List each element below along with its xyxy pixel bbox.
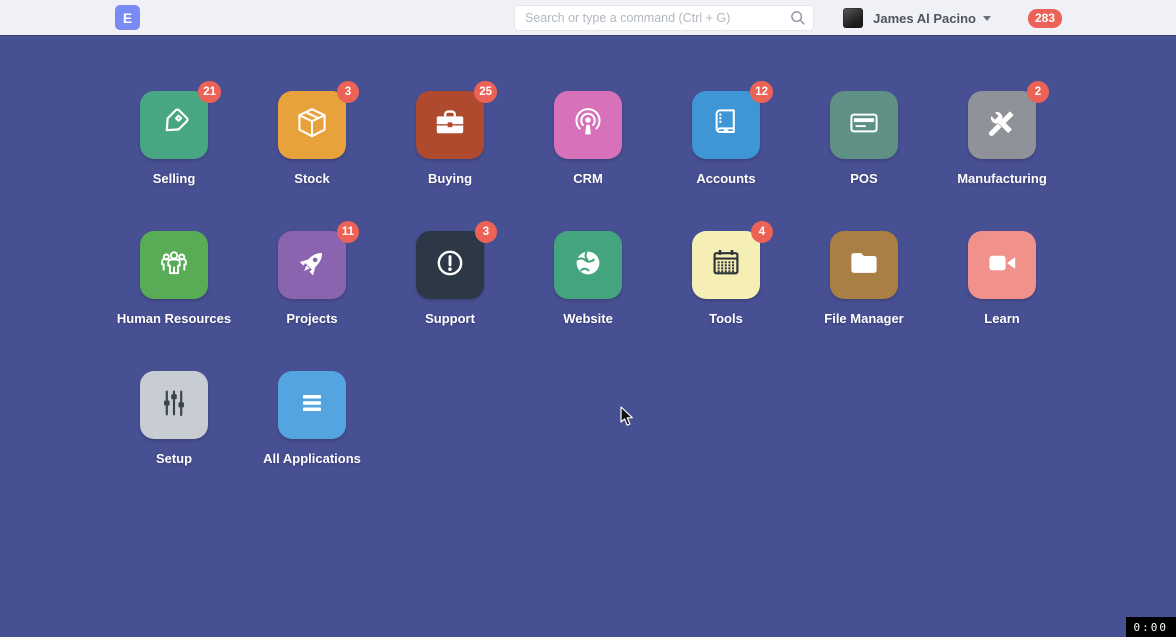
notification-count-badge: 21: [198, 81, 221, 103]
app-icon-button[interactable]: 3: [416, 231, 484, 299]
app-label: Tools: [657, 311, 795, 326]
app-icon-button[interactable]: [830, 231, 898, 299]
app-label: Human Resources: [105, 311, 243, 326]
user-name-label: James Al Pacino: [873, 11, 976, 26]
app-setup[interactable]: Setup: [105, 371, 243, 511]
app-label: All Applications: [243, 451, 381, 466]
app-label: Buying: [381, 171, 519, 186]
app-icon-button[interactable]: 2: [968, 91, 1036, 159]
notifications-badge[interactable]: 283: [1028, 9, 1062, 28]
recording-timer: 0:00: [1126, 617, 1176, 637]
app-file-manager[interactable]: File Manager: [795, 231, 933, 371]
app-label: Manufacturing: [933, 171, 1071, 186]
app-label: Learn: [933, 311, 1071, 326]
global-search: [514, 5, 814, 31]
box-icon: [294, 105, 330, 146]
globe-icon: [570, 245, 606, 286]
app-manufacturing[interactable]: 2 Manufacturing: [933, 91, 1071, 231]
app-icon-button[interactable]: [140, 231, 208, 299]
app-stock[interactable]: 3 Stock: [243, 91, 381, 231]
app-icon-button[interactable]: 21: [140, 91, 208, 159]
app-icon-button[interactable]: [278, 371, 346, 439]
app-label: Website: [519, 311, 657, 326]
app-label: Setup: [105, 451, 243, 466]
app-selling[interactable]: 21 Selling: [105, 91, 243, 231]
menu-icon: [294, 385, 330, 426]
notification-count-badge: 4: [751, 221, 773, 243]
app-label: Selling: [105, 171, 243, 186]
app-projects[interactable]: 11 Projects: [243, 231, 381, 371]
people-icon: [156, 245, 192, 286]
app-buying[interactable]: 25 Buying: [381, 91, 519, 231]
calendar-icon: [708, 245, 744, 286]
search-input[interactable]: [514, 5, 814, 31]
broadcast-icon: [570, 105, 606, 146]
app-support[interactable]: 3 Support: [381, 231, 519, 371]
credit-card-icon: [846, 105, 882, 146]
notification-count-badge: 2: [1027, 81, 1049, 103]
tools-icon: [984, 105, 1020, 146]
app-crm[interactable]: CRM: [519, 91, 657, 231]
user-avatar: [843, 8, 863, 28]
app-website[interactable]: Website: [519, 231, 657, 371]
home-logo-button[interactable]: E: [115, 5, 140, 30]
notification-count-badge: 12: [750, 81, 773, 103]
app-icon-button[interactable]: 3: [278, 91, 346, 159]
notification-count-badge: 11: [337, 221, 359, 243]
app-label: Stock: [243, 171, 381, 186]
app-label: Support: [381, 311, 519, 326]
notification-count-badge: 3: [337, 81, 359, 103]
video-icon: [984, 245, 1020, 286]
app-icon-button[interactable]: 4: [692, 231, 760, 299]
app-learn[interactable]: Learn: [933, 231, 1071, 371]
app-accounts[interactable]: 12 Accounts: [657, 91, 795, 231]
ledger-icon: [708, 105, 744, 146]
app-label: CRM: [519, 171, 657, 186]
rocket-icon: [294, 245, 330, 286]
app-label: POS: [795, 171, 933, 186]
app-grid: 21 Selling 3 Stock 25 Buying CRM 12 Acco…: [105, 91, 1071, 511]
chevron-down-icon: [983, 16, 991, 21]
app-icon-button[interactable]: [554, 231, 622, 299]
folder-icon: [846, 245, 882, 286]
notification-count-badge: 3: [475, 221, 497, 243]
tag-icon: [156, 105, 192, 146]
sliders-icon: [156, 385, 192, 426]
top-navbar: E James Al Pacino 283: [0, 0, 1176, 36]
app-label: File Manager: [795, 311, 933, 326]
app-all-applications[interactable]: All Applications: [243, 371, 381, 511]
user-menu[interactable]: James Al Pacino: [873, 11, 991, 26]
app-tools[interactable]: 4 Tools: [657, 231, 795, 371]
app-icon-button[interactable]: [140, 371, 208, 439]
app-icon-button[interactable]: 11: [278, 231, 346, 299]
notification-count-badge: 25: [474, 81, 497, 103]
briefcase-icon: [432, 105, 468, 146]
app-label: Accounts: [657, 171, 795, 186]
app-human-resources[interactable]: Human Resources: [105, 231, 243, 371]
search-icon[interactable]: [789, 9, 807, 27]
app-pos[interactable]: POS: [795, 91, 933, 231]
app-icon-button[interactable]: [554, 91, 622, 159]
user-cluster: James Al Pacino 283: [843, 0, 1062, 36]
app-icon-button[interactable]: [830, 91, 898, 159]
app-label: Projects: [243, 311, 381, 326]
app-icon-button[interactable]: 25: [416, 91, 484, 159]
app-icon-button[interactable]: [968, 231, 1036, 299]
app-icon-button[interactable]: 12: [692, 91, 760, 159]
alert-icon: [432, 245, 468, 286]
